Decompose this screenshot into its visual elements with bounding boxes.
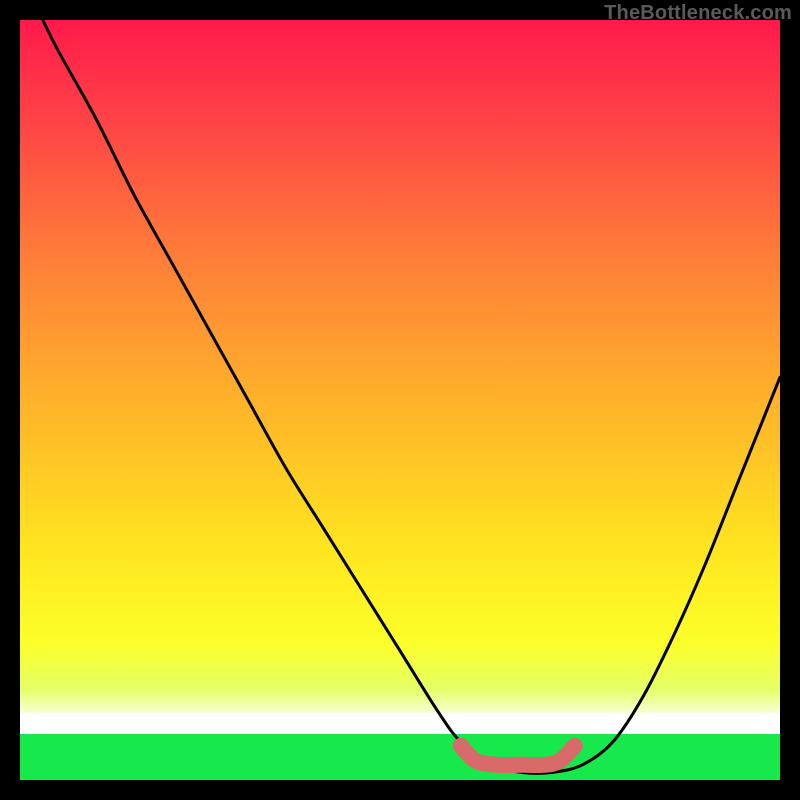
- curve-layer: [20, 20, 780, 780]
- chart-frame: TheBottleneck.com: [0, 0, 800, 800]
- bottleneck-curve: [43, 20, 780, 773]
- optimal-range-marker: [461, 746, 575, 765]
- plot-area: [20, 20, 780, 780]
